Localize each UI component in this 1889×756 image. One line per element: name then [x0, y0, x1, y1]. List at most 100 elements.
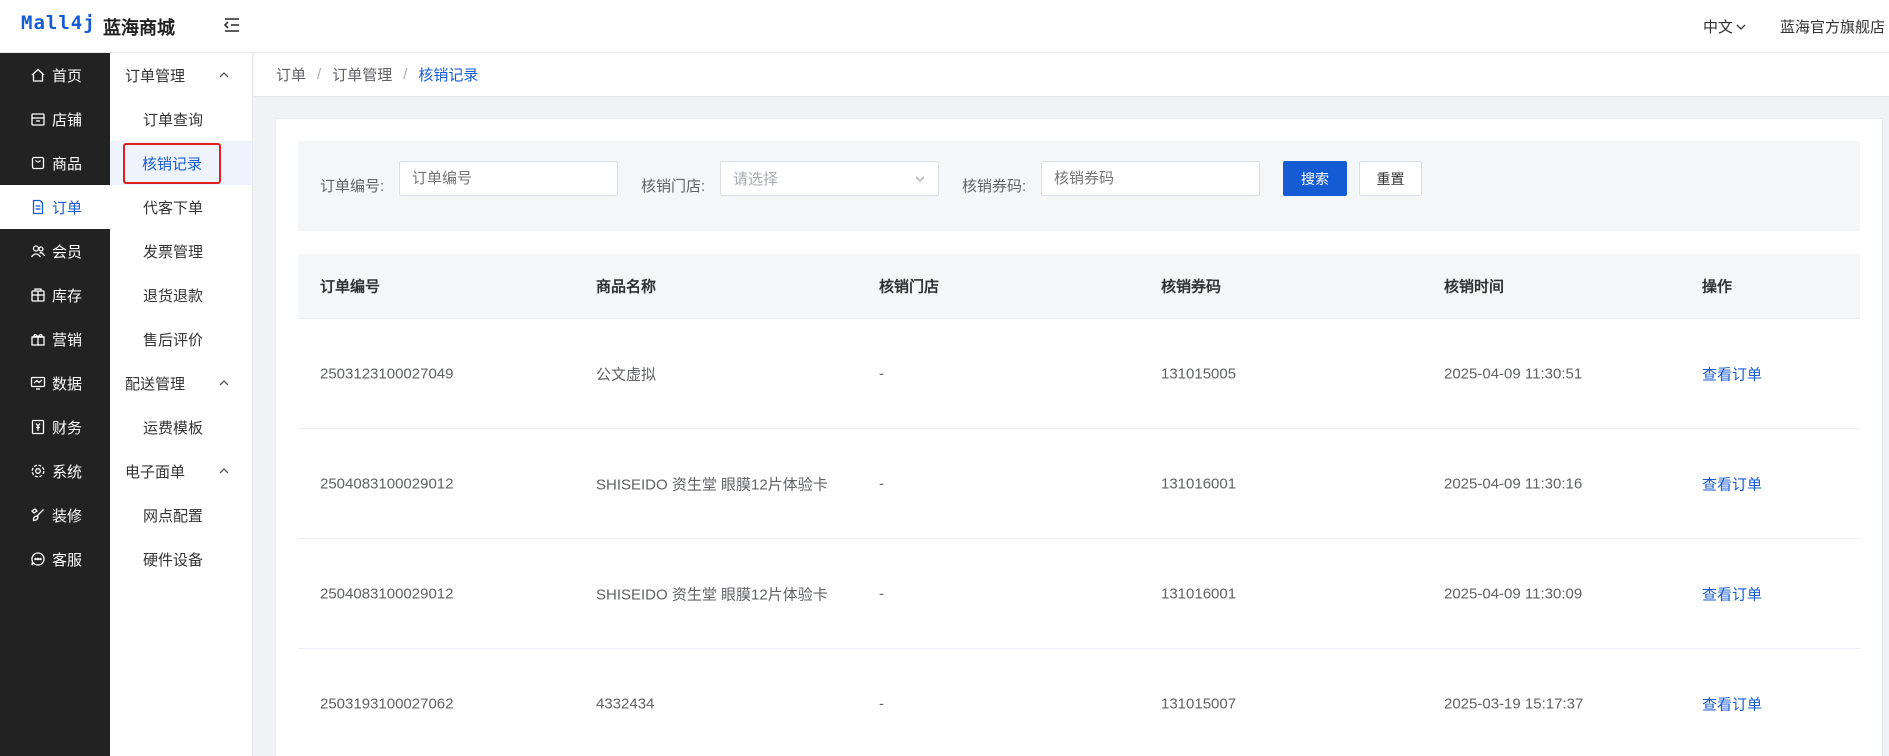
submenu-review[interactable]: 售后评价: [110, 317, 252, 361]
submenu-outlet-config[interactable]: 网点配置: [110, 493, 252, 537]
nav-marketing[interactable]: 营销: [0, 317, 110, 361]
code-label: 核销券码:: [962, 178, 1027, 195]
time-cell: 2025-04-09 11:30:09: [1444, 585, 1583, 602]
order-no-cell: 2504083100029012: [320, 475, 454, 492]
product-cell: SHISEIDO 资生堂 眼膜12片体验卡: [596, 586, 828, 603]
submenu-label: 订单查询: [143, 111, 204, 129]
order-no-input[interactable]: [399, 161, 618, 196]
code-cell: 131016001: [1161, 475, 1237, 492]
column-header: 核销时间: [1444, 278, 1505, 296]
nav-system[interactable]: 系统: [0, 449, 110, 493]
submenu-label: 发票管理: [143, 243, 204, 261]
nav-store[interactable]: 店铺: [0, 97, 110, 141]
order-no-cell: 2503193100027062: [320, 695, 454, 712]
column-header: 操作: [1702, 278, 1733, 296]
nav-label: 数据: [52, 375, 83, 393]
member-icon: [30, 245, 46, 258]
home-icon: [31, 68, 45, 82]
nav-label: 装修: [52, 507, 83, 525]
finance-icon: [31, 419, 45, 435]
menu-group-label: 配送管理: [125, 375, 186, 393]
nav-label: 会员: [52, 243, 83, 261]
menu-group-order-management[interactable]: 订单管理: [110, 53, 252, 97]
chevron-up-icon: [219, 468, 229, 474]
menu-group-e-waybill[interactable]: 电子面单: [110, 449, 252, 493]
chat-icon: [31, 552, 45, 566]
language-label: 中文: [1702, 19, 1733, 36]
records-table: 订单编号 商品名称 核销门店 核销券码 核销时间 操作 250312310002…: [298, 254, 1860, 756]
submenu-proxy-order[interactable]: 代客下单: [110, 185, 252, 229]
secondary-sidebar: 订单管理 订单查询 核销记录 代客下单 发票管理 退货退款 售后评价 配送管理 …: [110, 53, 253, 756]
code-cell: 131016001: [1161, 585, 1237, 602]
goods-icon: [31, 156, 45, 170]
breadcrumb-separator: /: [317, 66, 322, 83]
submenu-label: 代客下单: [143, 199, 204, 217]
menu-group-delivery[interactable]: 配送管理: [110, 361, 252, 405]
store-cell: -: [879, 695, 884, 712]
view-order-link[interactable]: 查看订单: [1702, 473, 1762, 494]
nav-service[interactable]: 客服: [0, 537, 110, 581]
nav-goods[interactable]: 商品: [0, 141, 110, 185]
search-button[interactable]: 搜索: [1283, 161, 1347, 196]
store-select-placeholder: 请选择: [733, 171, 779, 188]
nav-order[interactable]: 订单: [0, 185, 110, 229]
breadcrumb: 订单 / 订单管理 / 核销记录: [254, 53, 1889, 97]
submenu-invoice[interactable]: 发票管理: [110, 229, 252, 273]
table-row: 2504083100029012 SHISEIDO 资生堂 眼膜12片体验卡 -…: [298, 429, 1860, 539]
nav-label: 库存: [52, 287, 83, 305]
brush-icon: [30, 508, 44, 522]
time-cell: 2025-03-19 15:17:37: [1444, 695, 1584, 712]
view-order-link[interactable]: 查看订单: [1702, 363, 1762, 384]
time-cell: 2025-04-09 11:30:51: [1444, 365, 1583, 382]
nav-member[interactable]: 会员: [0, 229, 110, 273]
column-header: 核销门店: [879, 278, 940, 296]
breadcrumb-item[interactable]: 订单: [276, 64, 306, 85]
nav-finance[interactable]: 财务: [0, 405, 110, 449]
language-switch[interactable]: 中文: [1703, 16, 1747, 37]
nav-data[interactable]: 数据: [0, 361, 110, 405]
table-row: 2504083100029012 SHISEIDO 资生堂 眼膜12片体验卡 -…: [298, 539, 1860, 649]
nav-label: 首页: [52, 67, 83, 85]
submenu-label: 运费模板: [143, 419, 204, 437]
table-row: 2503193100027062 4332434 - 131015007 202…: [298, 649, 1860, 756]
view-order-link[interactable]: 查看订单: [1702, 583, 1762, 604]
nav-label: 营销: [52, 331, 83, 349]
submenu-label: 核销记录: [123, 142, 222, 184]
column-header: 核销券码: [1161, 278, 1222, 296]
menu-group-label: 电子面单: [125, 463, 186, 481]
submenu-freight-template[interactable]: 运费模板: [110, 405, 252, 449]
reset-button[interactable]: 重置: [1359, 161, 1422, 196]
store-select[interactable]: 请选择: [720, 161, 939, 196]
search-form: 订单编号: 核销门店: 请选择 核销券码: 搜索 重置: [298, 141, 1860, 231]
code-input[interactable]: [1041, 161, 1260, 196]
nav-decor[interactable]: 装修: [0, 493, 110, 537]
logo[interactable]: Mall4j: [21, 12, 96, 34]
top-header: Mall4j 蓝海商城 中文 蓝海官方旗舰店: [0, 0, 1889, 53]
store-cell: -: [879, 475, 884, 492]
chevron-up-icon: [219, 72, 229, 78]
breadcrumb-separator: /: [403, 66, 408, 83]
chevron-down-icon: [1736, 24, 1746, 30]
store-cell: -: [879, 585, 884, 602]
submenu-hardware[interactable]: 硬件设备: [110, 537, 252, 581]
order-no-cell: 2504083100029012: [320, 585, 454, 602]
store-icon: [31, 113, 45, 126]
nav-label: 财务: [52, 419, 83, 437]
view-order-link[interactable]: 查看订单: [1702, 693, 1762, 714]
chart-icon: [30, 376, 46, 390]
submenu-refund[interactable]: 退货退款: [110, 273, 252, 317]
menu-collapse-icon[interactable]: [222, 15, 242, 35]
table-header: 订单编号 商品名称 核销门店 核销券码 核销时间 操作: [298, 254, 1860, 319]
column-header: 订单编号: [320, 278, 381, 296]
breadcrumb-current: 核销记录: [418, 67, 479, 84]
column-header: 商品名称: [596, 278, 657, 296]
store-cell: -: [879, 365, 884, 382]
breadcrumb-item[interactable]: 订单管理: [332, 64, 392, 85]
store-switch[interactable]: 蓝海官方旗舰店: [1780, 16, 1885, 37]
submenu-order-query[interactable]: 订单查询: [110, 97, 252, 141]
chevron-down-icon: [915, 176, 925, 182]
submenu-verification-records[interactable]: 核销记录: [110, 141, 252, 185]
nav-label: 系统: [52, 463, 83, 481]
nav-stock[interactable]: 库存: [0, 273, 110, 317]
nav-home[interactable]: 首页: [0, 53, 110, 97]
